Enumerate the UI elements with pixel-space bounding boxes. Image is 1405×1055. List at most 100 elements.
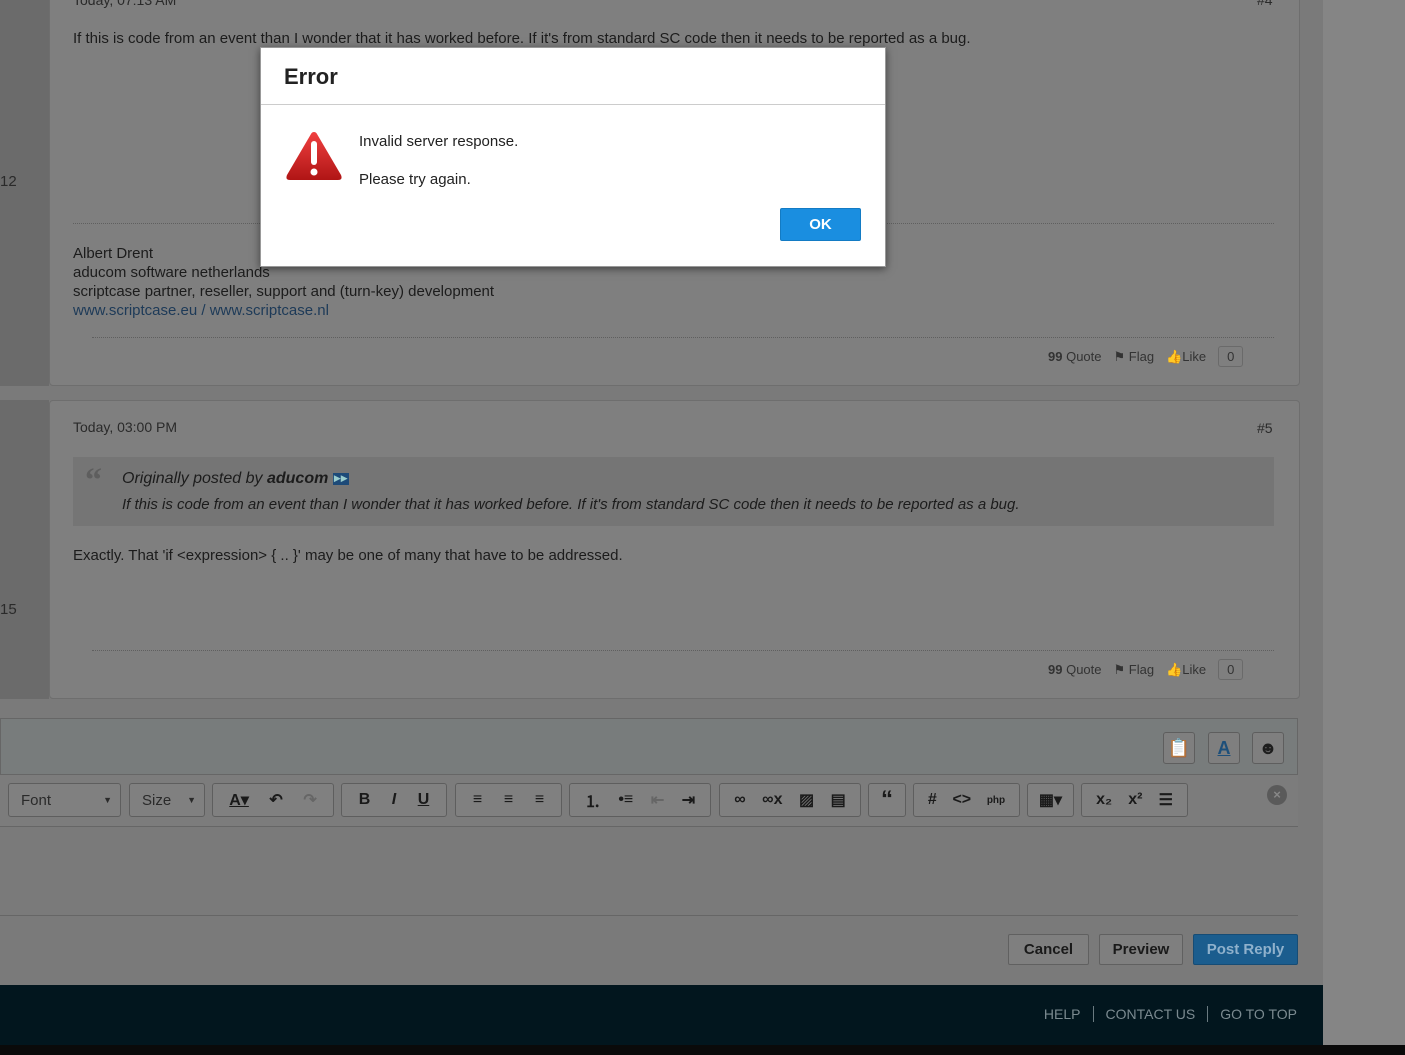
editor-textarea[interactable] [0,827,1298,915]
ok-button[interactable]: OK [780,208,861,241]
post-user-column [0,0,49,386]
user-post-count: 12 [0,173,17,190]
link-icon[interactable]: ∞ [734,791,745,809]
attach-icon[interactable]: 📋 [1163,732,1195,764]
warning-icon [286,132,342,180]
outdent-icon[interactable]: ⇤ [651,790,664,810]
table-icon[interactable]: ▦▾ [1027,783,1074,817]
actions-divider [92,650,1274,651]
thumbs-up-icon: 👍 [1166,348,1183,364]
page-background [1323,0,1405,1055]
quote-text: If this is code from an event than I won… [122,496,1020,513]
insert-group: ∞ ∞x ▨ ▤ [719,783,861,817]
post-body: Exactly. That 'if <expression> { .. }' m… [73,547,623,564]
bold-icon[interactable]: B [359,791,371,809]
quote-button[interactable]: 99 Quote [1048,662,1102,677]
flag-button[interactable]: ⚑ Flag [1114,349,1155,365]
view-post-icon[interactable]: ▶▶ [332,472,349,485]
italic-icon[interactable]: I [392,791,396,809]
chevron-down-icon: ▼ [103,795,112,805]
quote-insert-icon[interactable]: “ [868,783,906,817]
quote-block [73,457,1274,526]
size-select[interactable]: Size ▼ [129,783,205,817]
quote-label: Quote [1066,349,1102,364]
image-icon[interactable]: ▨ [799,790,814,810]
like-count: 0 [1218,346,1244,367]
preview-button[interactable]: Preview [1099,934,1183,965]
post-date: Today, 07:13 AM [73,0,177,8]
separator [1092,1006,1094,1022]
flag-icon: ⚑ [1113,348,1126,364]
quote-icon: 99 [1048,662,1063,677]
color-undo-group: A▾ ↶ ↷ [212,783,334,817]
close-icon[interactable]: × [1267,785,1287,805]
post-actions: 99 Quote ⚑ Flag 👍Like 0 [1048,346,1244,367]
size-label: Size [142,791,172,809]
unlink-icon[interactable]: ∞x [762,791,782,809]
dialog-message-2: Please try again. [359,171,471,188]
post-user-column [0,400,49,699]
post-reply-button[interactable]: Post Reply [1193,934,1298,965]
dialog-divider [261,104,885,105]
post-number[interactable]: #5 [1257,420,1273,436]
quote-author[interactable]: aducom [267,470,328,487]
contact-us-link[interactable]: CONTACT US [1106,1006,1196,1022]
php-icon[interactable]: php [987,795,1005,806]
cancel-button[interactable]: Cancel [1008,934,1089,965]
flag-button[interactable]: ⚑ Flag [1114,662,1155,678]
signature-line: scriptcase partner, reseller, support an… [73,283,495,300]
signature-link[interactable]: www.scriptcase.eu / www.scriptcase.nl [73,301,494,320]
text-format-icon[interactable]: A [1208,732,1240,764]
underline-icon[interactable]: U [418,791,430,809]
align-right-icon[interactable]: ≡ [535,791,544,809]
like-button[interactable]: 👍Like [1166,349,1206,365]
like-count: 0 [1218,659,1244,680]
quote-icon: 99 [1048,349,1063,364]
like-label: Like [1182,661,1207,677]
align-left-icon[interactable]: ≡ [473,791,482,809]
dialog-message: Invalid server response. [359,133,519,150]
superscript-icon[interactable]: x² [1128,791,1142,809]
like-button[interactable]: 👍Like [1166,662,1206,678]
quote-header: Originally posted by aducom ▶▶ [122,470,349,488]
align-group: ≡ ≡ ≡ [455,783,562,817]
post-number[interactable]: #4 [1257,0,1273,8]
like-label: Like [1182,348,1207,364]
style-group: BIU [341,783,447,817]
go-to-top-link[interactable]: GO TO TOP [1220,1006,1297,1022]
indent-icon[interactable]: ⇥ [682,790,695,810]
ordered-list-icon[interactable]: ⒈ [585,788,601,812]
actions-divider [92,337,1274,338]
undo-icon[interactable]: ↶ [269,790,282,810]
post-body: If this is code from an event than I won… [73,30,971,47]
quote-label: Quote [1066,662,1102,677]
quote-prefix: Originally posted by [122,470,263,487]
quote-button[interactable]: 99 Quote [1048,349,1102,364]
flag-label: Flag [1128,348,1155,364]
error-dialog: Error Invalid server response. Please tr… [260,47,886,267]
flag-label: Flag [1128,661,1155,677]
chevron-down-icon: ▼ [187,795,196,805]
horizontal-rule-icon[interactable]: ☰ [1159,790,1173,810]
code-group: # <> php [913,783,1020,817]
font-label: Font [21,791,52,809]
font-select[interactable]: Font ▼ [8,783,121,817]
script-group: x₂ x² ☰ [1081,783,1188,817]
post-date: Today, 03:00 PM [73,419,178,435]
flag-icon: ⚑ [1113,661,1126,677]
footer-links: HELP CONTACT US GO TO TOP [1044,1006,1297,1022]
hash-icon[interactable]: # [928,791,937,809]
subscript-icon[interactable]: x₂ [1096,791,1112,809]
quote-mark-icon: “ [85,462,102,499]
smiley-icon[interactable]: ☻ [1252,732,1284,764]
dialog-title: Error [284,64,338,89]
video-icon[interactable]: ▤ [831,790,846,810]
align-center-icon[interactable]: ≡ [504,791,513,809]
bullet-list-icon[interactable]: •≡ [618,791,633,809]
redo-icon[interactable]: ↷ [303,790,316,810]
code-icon[interactable]: <> [952,791,971,809]
bottom-bar [0,1045,1405,1055]
font-color-icon[interactable]: A▾ [229,790,249,810]
separator [1207,1006,1209,1022]
help-link[interactable]: HELP [1044,1006,1081,1022]
